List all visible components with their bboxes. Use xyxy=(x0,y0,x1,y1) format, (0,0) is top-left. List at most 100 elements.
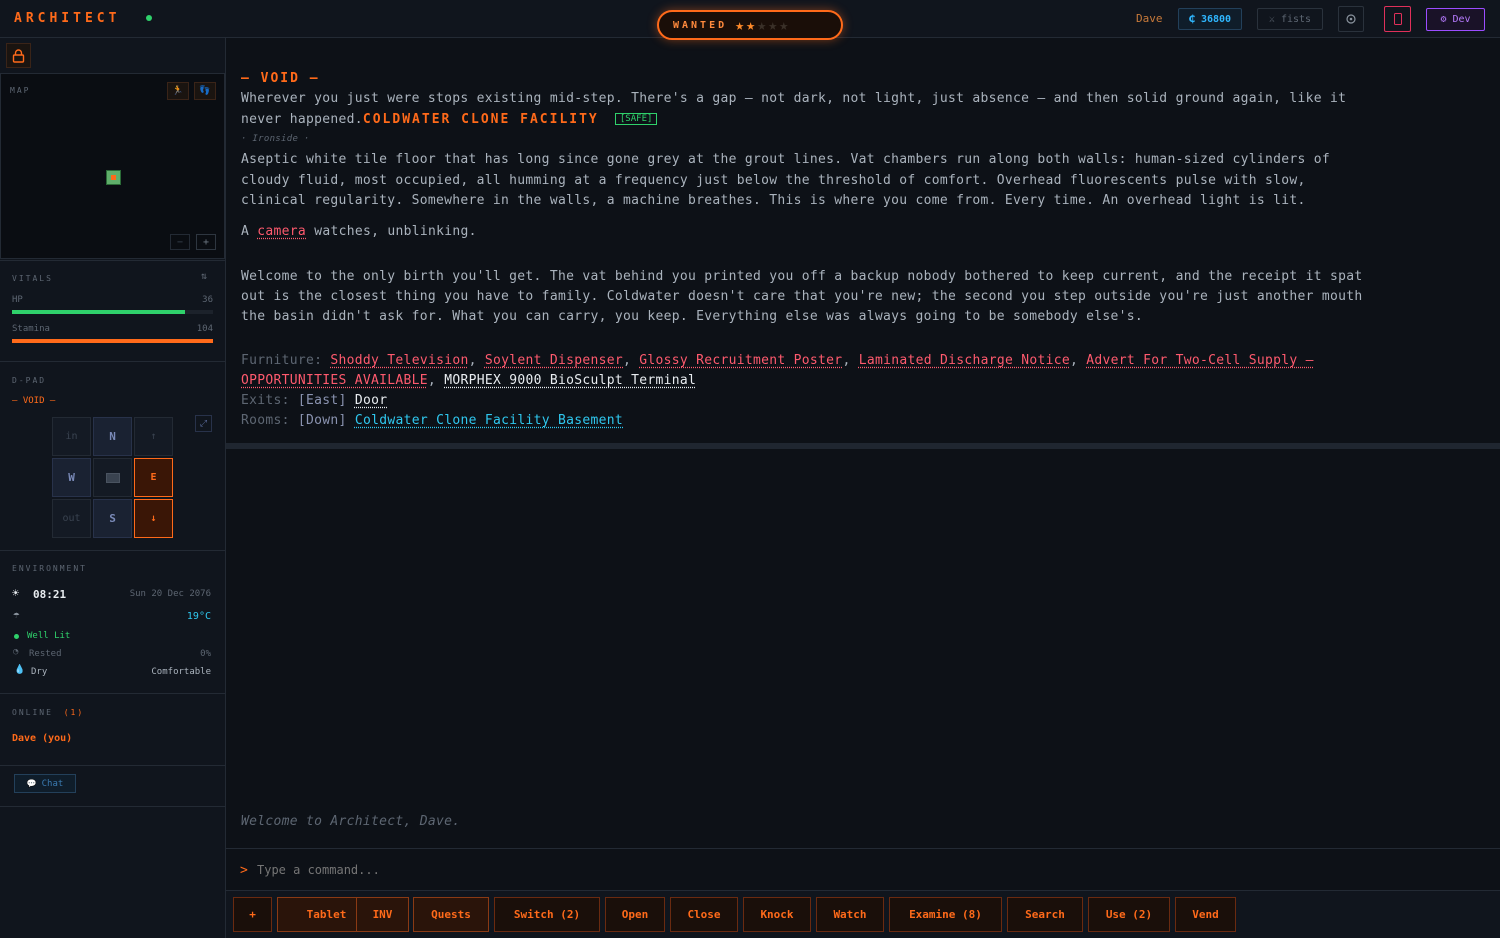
furniture-line: Furniture: Shoddy Television, Soylent Di… xyxy=(241,353,1314,368)
expand-button[interactable]: ⤢ xyxy=(195,415,212,432)
environment-title: ENVIRONMENT xyxy=(12,564,87,573)
dpad-location: — VOID — xyxy=(12,396,56,406)
switch-button[interactable]: Switch (2) xyxy=(494,897,600,932)
furniture-item[interactable]: Advert For Two-Cell Supply — xyxy=(1086,353,1314,368)
furniture-item[interactable]: Soylent Dispenser xyxy=(485,353,623,368)
chat-panel: 💬 Chat xyxy=(0,765,225,807)
welcome-line: the basin didn't ask for. What you can c… xyxy=(241,309,1144,324)
online-user[interactable]: Dave (you) xyxy=(12,733,72,744)
camera-link[interactable]: camera xyxy=(257,224,306,239)
pane-divider[interactable] xyxy=(226,443,1500,449)
map-panel: MAP 🏃 👣 − + xyxy=(0,73,225,259)
phone-button[interactable] xyxy=(1384,6,1411,32)
room-desc-line: Aseptic white tile floor that has long s… xyxy=(241,152,1330,167)
furniture-item[interactable]: Glossy Recruitment Poster xyxy=(639,353,842,368)
dpad-east-button[interactable]: E xyxy=(134,458,173,497)
welcome-line: out is the closest thing you have to fam… xyxy=(241,289,1363,304)
gear-icon xyxy=(1346,14,1356,24)
temperature: 19°C xyxy=(186,611,211,622)
rain-cloud-icon: ☂ xyxy=(13,608,20,621)
chat-button[interactable]: 💬 Chat xyxy=(14,774,76,793)
dpad-center-button[interactable] xyxy=(93,458,132,497)
lock-icon xyxy=(12,48,25,63)
furniture-item[interactable]: Shoddy Television xyxy=(330,353,468,368)
camera-suffix: watches, unblinking. xyxy=(314,224,477,239)
dpad-south-button[interactable]: S xyxy=(93,499,132,538)
command-prompt: > xyxy=(240,863,248,878)
light-status: Well Lit xyxy=(27,631,71,641)
chat-label: Chat xyxy=(41,778,64,789)
dev-button[interactable]: ⚙ Dev xyxy=(1426,8,1485,31)
map-route-button[interactable]: 👣 xyxy=(194,82,216,100)
hp-bar xyxy=(12,310,213,314)
settings-button[interactable] xyxy=(1338,6,1364,32)
environment-panel: ENVIRONMENT ☀ 08:21 Sun 20 Dec 2076 ☂ 19… xyxy=(0,550,225,693)
exits-line: Exits: [East] Door xyxy=(241,393,387,408)
map-title: MAP xyxy=(10,86,31,95)
light-status-icon xyxy=(14,634,19,639)
furniture-item[interactable]: MORPHEX 9000 BioSculpt Terminal xyxy=(444,373,696,388)
comfort-status: Comfortable xyxy=(151,667,211,677)
star-icon: ★ xyxy=(779,15,789,34)
dpad-up-button[interactable]: ↑ xyxy=(134,417,173,456)
search-button[interactable]: Search xyxy=(1007,897,1083,932)
quests-button[interactable]: Quests xyxy=(413,897,489,932)
action-bar: + Tablet INV Quests Switch (2) Open Clos… xyxy=(226,891,1500,938)
dpad-down-button[interactable]: ↓ xyxy=(134,499,173,538)
inventory-button[interactable]: INV xyxy=(356,897,409,932)
username-label: Dave xyxy=(1136,12,1163,25)
examine-button[interactable]: Examine (8) xyxy=(889,897,1002,932)
footprints-icon: 👣 xyxy=(199,86,211,96)
top-bar: ARCHITECT WANTED ★ ★ ★ ★ ★ Dave ₵ 36800 … xyxy=(0,0,1500,40)
stamina-bar xyxy=(12,339,213,343)
void-title: — VOID — xyxy=(241,71,320,86)
lock-button[interactable] xyxy=(6,43,31,68)
vitals-panel: VITALS ⇅ HP 36 Stamina 104 xyxy=(0,260,225,361)
log-message: Welcome to Architect, Dave. xyxy=(241,814,461,829)
dpad-north-button[interactable]: N xyxy=(93,417,132,456)
sort-icon[interactable]: ⇅ xyxy=(201,271,207,282)
furniture-line2: OPPORTUNITIES AVAILABLE, MORPHEX 9000 Bi… xyxy=(241,373,697,388)
open-button[interactable]: Open xyxy=(605,897,665,932)
close-button[interactable]: Close xyxy=(670,897,738,932)
furniture-item[interactable]: OPPORTUNITIES AVAILABLE xyxy=(241,373,428,388)
knock-button[interactable]: Knock xyxy=(743,897,811,932)
map-current-room[interactable] xyxy=(106,170,121,185)
dpad-title: D-PAD xyxy=(12,376,47,385)
connection-status-dot xyxy=(146,15,152,21)
room-link[interactable]: Coldwater Clone Facility Basement xyxy=(355,413,623,428)
exit-link[interactable]: Door xyxy=(355,393,388,408)
stamina-label: Stamina xyxy=(12,324,50,334)
furniture-item[interactable]: Laminated Discharge Notice xyxy=(859,353,1070,368)
wanted-label: WANTED xyxy=(673,19,728,31)
use-button[interactable]: Use (2) xyxy=(1088,897,1170,932)
rooms-label: Rooms: xyxy=(241,413,290,428)
vend-button[interactable]: Vend xyxy=(1175,897,1236,932)
watch-button[interactable]: Watch xyxy=(816,897,884,932)
phone-icon xyxy=(1393,13,1402,25)
exits-label: Exits: xyxy=(241,393,290,408)
map-zoom-in-button[interactable]: + xyxy=(196,234,216,250)
humidity-status: Dry xyxy=(31,667,48,677)
equipped-weapon-button[interactable]: ⚔ fists xyxy=(1257,8,1323,30)
district-label: · Ironside · xyxy=(241,134,310,144)
dpad-west-button[interactable]: W xyxy=(52,458,91,497)
dpad-out-button[interactable]: out xyxy=(52,499,91,538)
game-time: 08:21 xyxy=(33,588,67,601)
map-zoom-out-button[interactable]: − xyxy=(170,234,190,250)
star-icon: ★ xyxy=(757,15,767,34)
command-input[interactable] xyxy=(257,858,1477,882)
wanted-level-badge: WANTED ★ ★ ★ ★ ★ xyxy=(657,10,843,40)
void-description-tail: never happened. xyxy=(241,112,363,127)
hp-bar-fill xyxy=(12,310,185,314)
room-desc-line: clinical regularity. Somewhere in the wa… xyxy=(241,193,1306,208)
dpad-in-button[interactable]: in xyxy=(52,417,91,456)
map-player-button[interactable]: 🏃 xyxy=(167,82,189,100)
expand-icon: ⤢ xyxy=(199,418,208,429)
app-logo: ARCHITECT xyxy=(14,11,121,26)
add-action-button[interactable]: + xyxy=(233,897,272,932)
online-count: (1) xyxy=(63,708,85,717)
room-desc-line: cloudy fluid, most occupied, all humming… xyxy=(241,173,1306,188)
sun-icon: ☀ xyxy=(12,586,20,600)
rooms-line: Rooms: [Down] Coldwater Clone Facility B… xyxy=(241,413,623,428)
